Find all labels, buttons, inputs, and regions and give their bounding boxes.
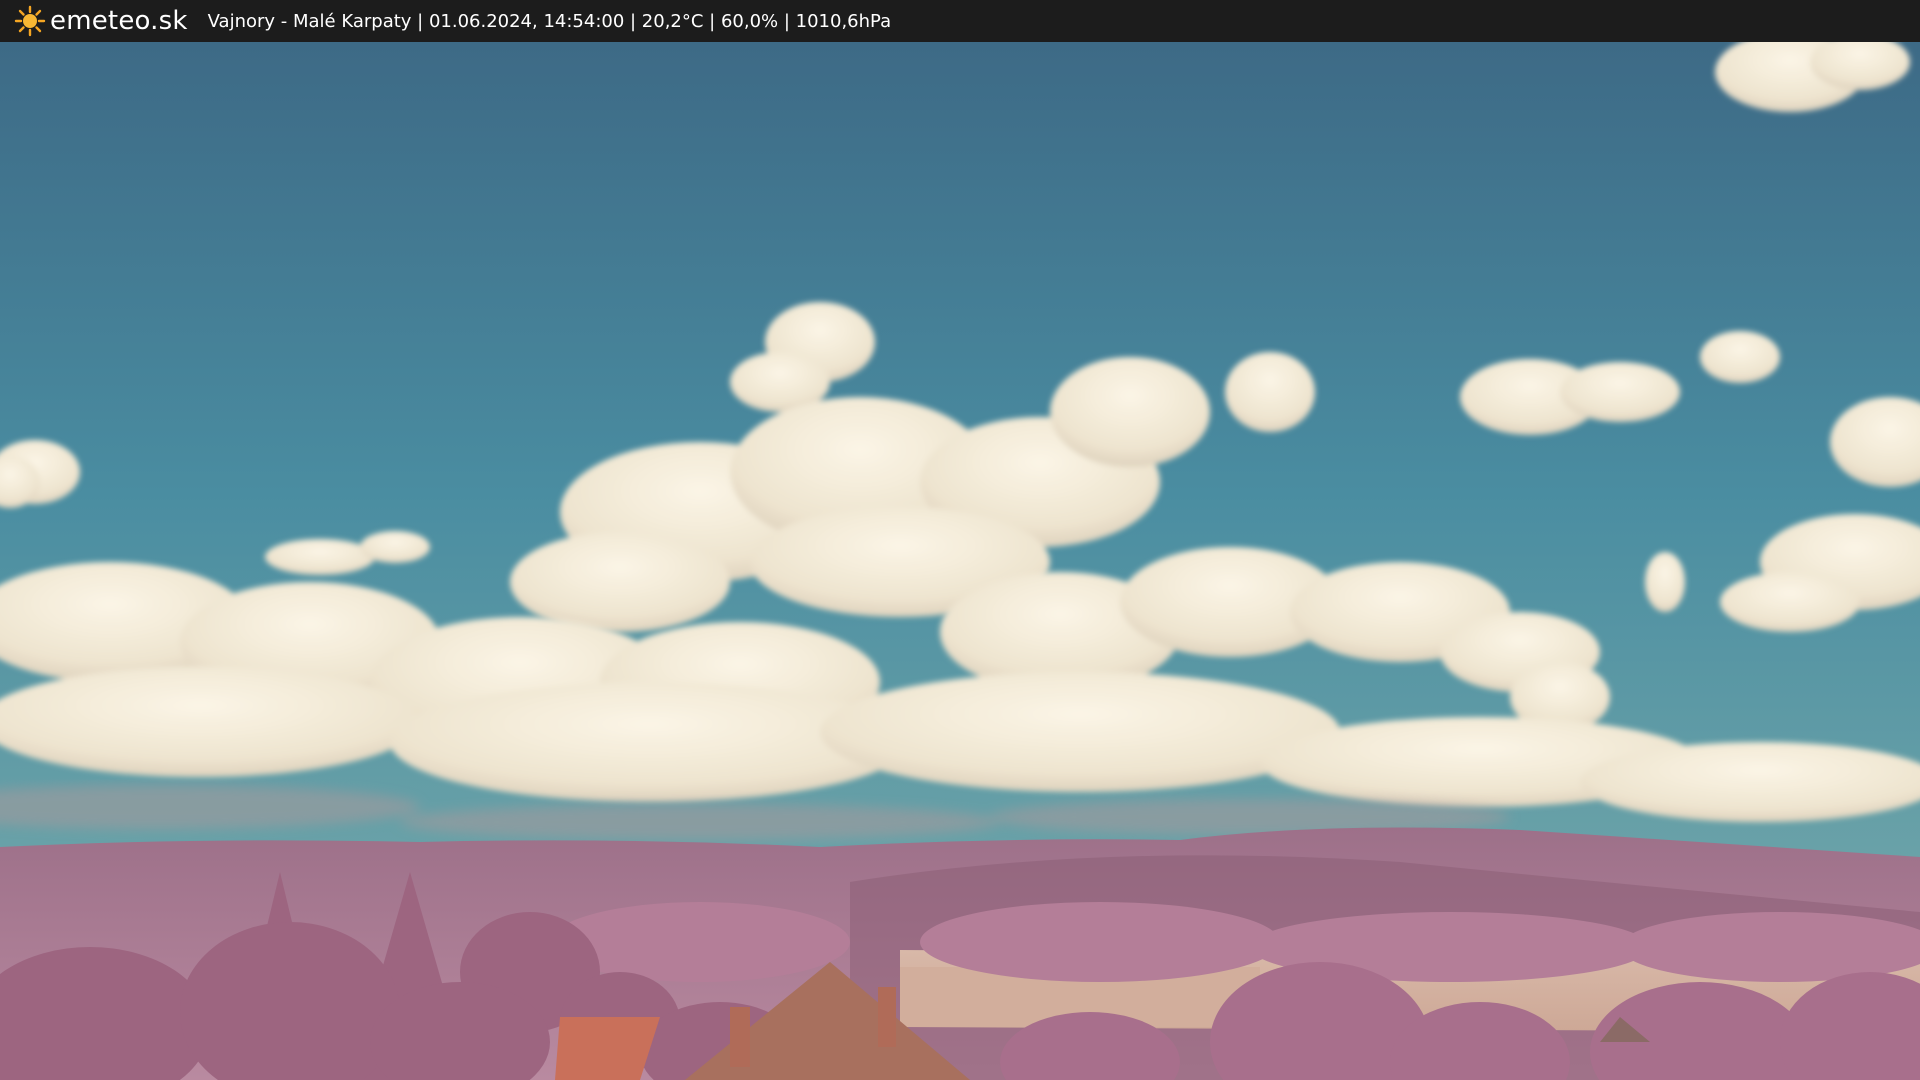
weather-caption: Vajnory - Malé Karpaty | 01.06.2024, 14:… xyxy=(207,10,892,32)
site-brand-name[interactable]: emeteo.sk xyxy=(50,6,188,36)
site-logo[interactable]: emeteo.sk xyxy=(14,5,188,37)
sun-icon xyxy=(14,5,46,37)
header-bar: emeteo.sk Vajnory - Malé Karpaty | 01.06… xyxy=(0,0,1920,42)
webcam-image xyxy=(0,42,1920,1080)
